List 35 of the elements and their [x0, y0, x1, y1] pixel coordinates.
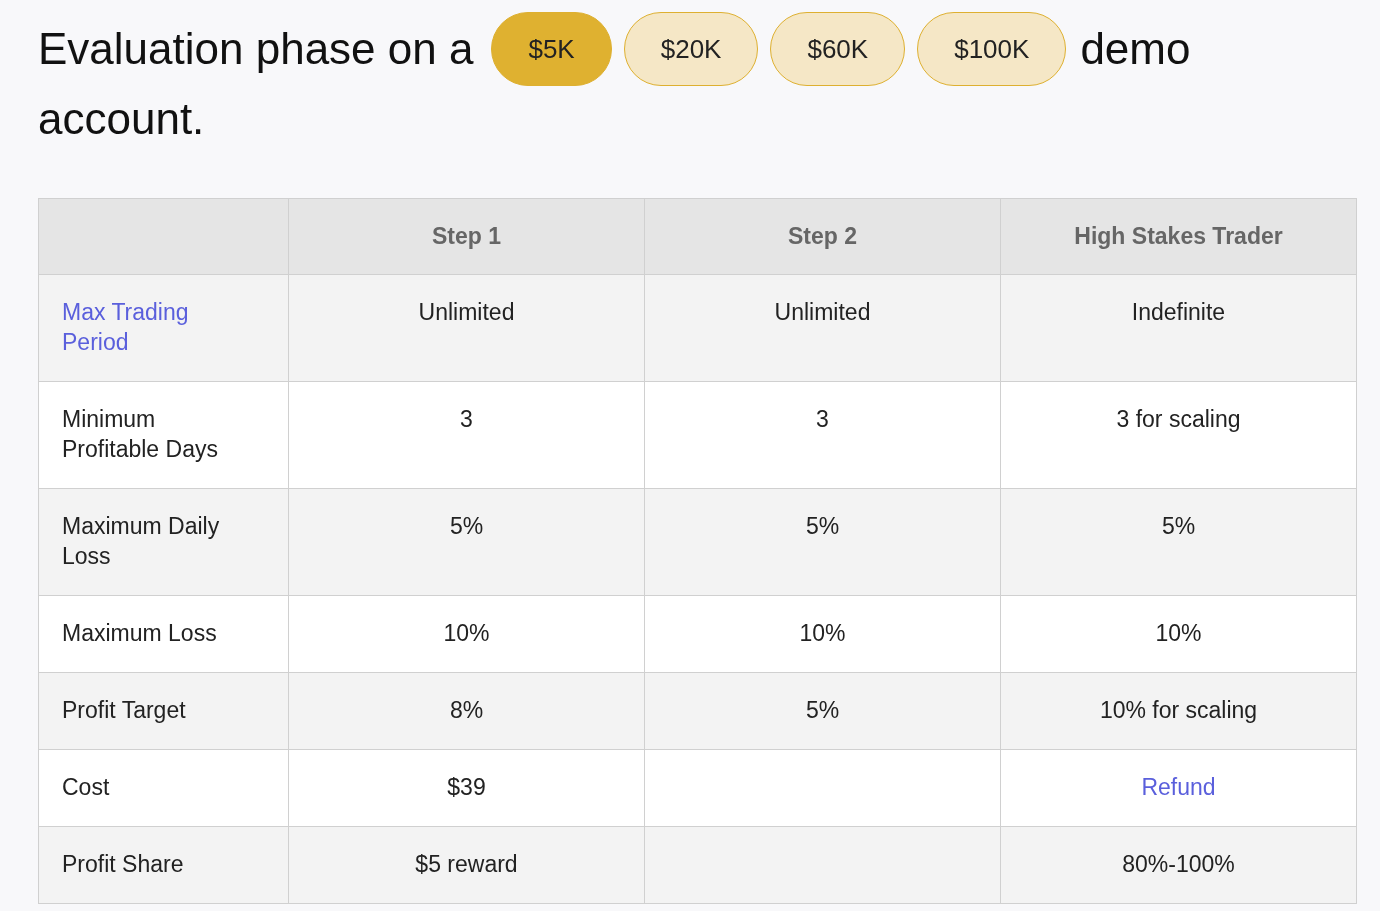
row-label: Maximum Loss	[62, 619, 217, 648]
cell-value: 5%	[449, 513, 484, 539]
cell-value: 10%	[799, 620, 846, 646]
link[interactable]: Refund	[1141, 774, 1216, 800]
plan-button[interactable]: $60K	[770, 12, 906, 86]
cell-value: Unlimited	[418, 299, 515, 325]
heading-text: demo	[1080, 23, 1191, 75]
row-label: Maximum Daily Loss	[62, 512, 221, 571]
cell-value: 3	[816, 406, 829, 432]
plan-button[interactable]: $5K	[491, 12, 612, 86]
heading-text: account.	[38, 93, 206, 145]
cell-value: $39	[447, 774, 486, 800]
row-label: Minimum Profitable Days	[62, 405, 219, 464]
column-header: High Stakes Trader	[1074, 223, 1283, 250]
row-label: Profit Share	[62, 850, 184, 879]
cell-value: $5 reward	[415, 851, 518, 877]
row-label: Cost	[62, 773, 110, 802]
cell-value: 10%	[1155, 620, 1202, 646]
row-label: Profit Target	[62, 696, 186, 725]
plan-button[interactable]: $20K	[623, 12, 759, 86]
cell-value: 5%	[805, 697, 840, 723]
cell-value: 10%	[443, 620, 490, 646]
cell-value: 5%	[805, 513, 840, 539]
plan-button[interactable]: $100K	[917, 12, 1067, 86]
column-header: Step 2	[788, 223, 857, 250]
cell-value: 3	[460, 406, 473, 432]
heading-text: Evaluation phase on a	[38, 23, 474, 75]
cell-value: 10% for scaling	[1099, 697, 1258, 723]
column-header: Step 1	[432, 223, 501, 250]
cell-value: Indefinite	[1131, 299, 1226, 325]
cell-value: 3 for scaling	[1116, 406, 1241, 432]
cell-value: 80%-100%	[1122, 851, 1235, 877]
cell-value: 5%	[1161, 513, 1196, 539]
cell-value: Unlimited	[774, 299, 871, 325]
cell-value: 8%	[449, 697, 484, 723]
